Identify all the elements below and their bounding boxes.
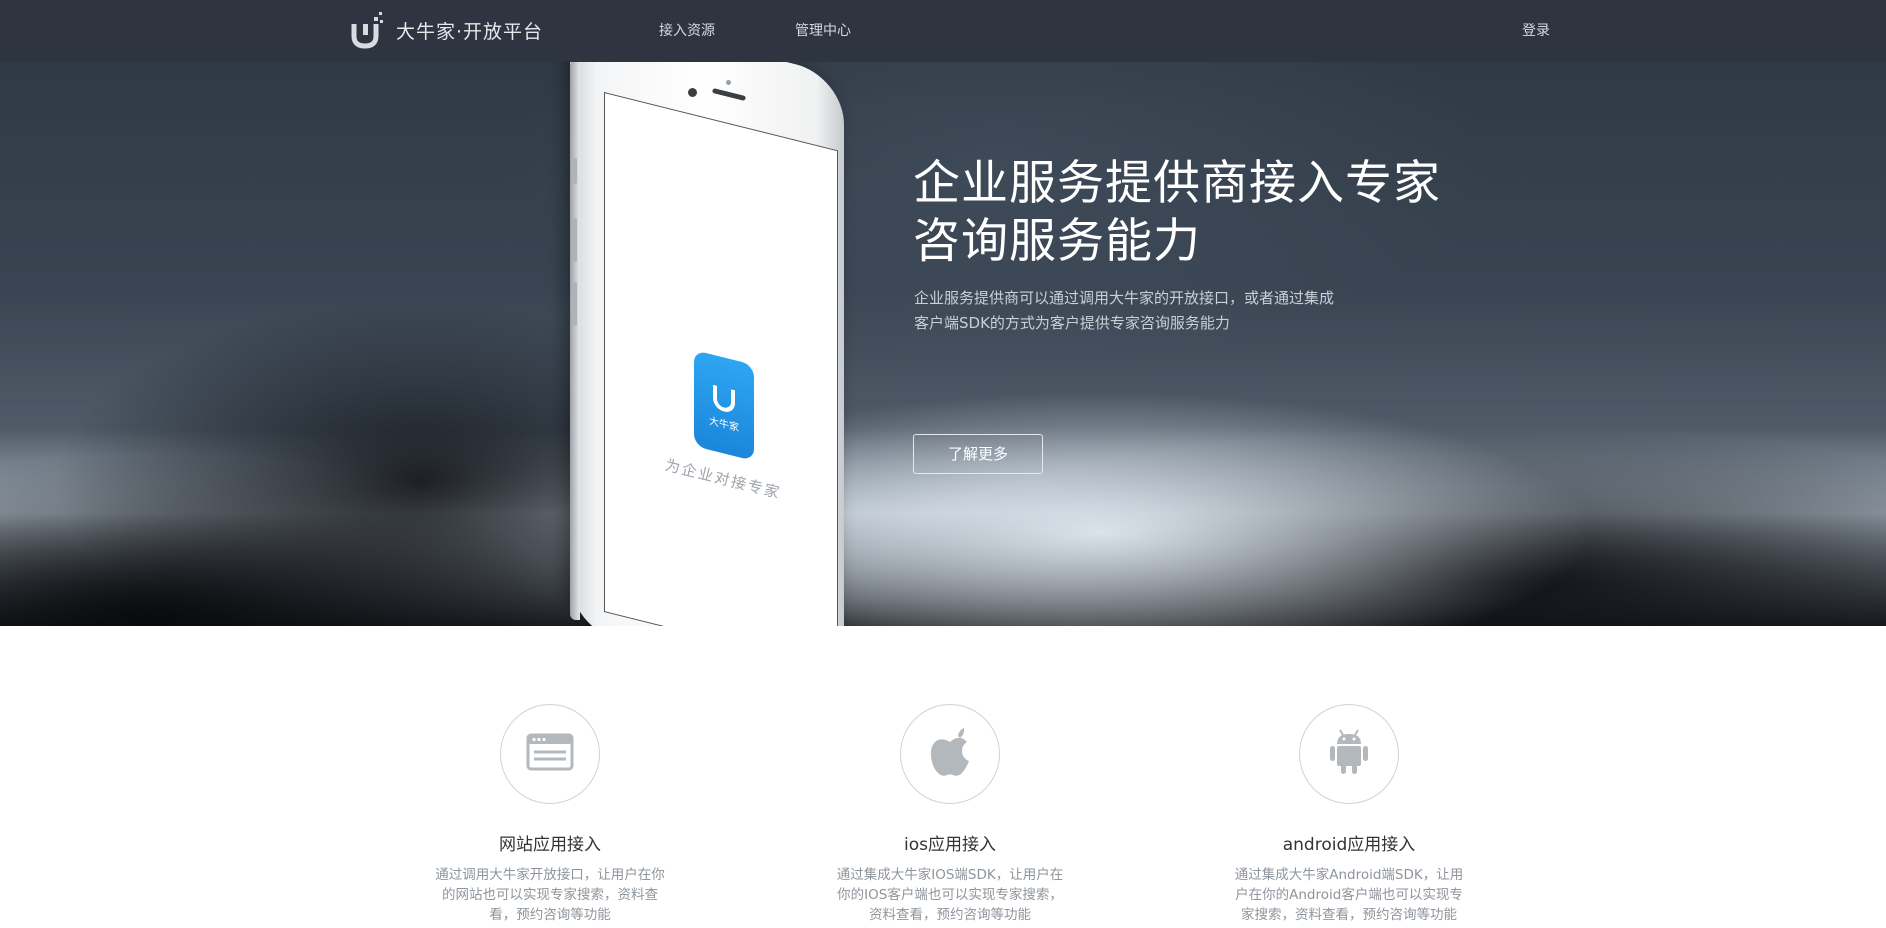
feature-description-line: 资料查看，预约咨询等功能 <box>869 907 1031 923</box>
hero-title-line-2: 咨询服务能力 <box>913 214 1201 269</box>
learn-more-button[interactable]: 了解更多 <box>913 434 1043 474</box>
feature-description: 通过调用大牛家开放接口，让用户在你 的网站也可以实现专家搜索，资料查 看，预约咨… <box>420 865 680 925</box>
browser-window-icon <box>526 732 574 776</box>
phone-side-button <box>573 158 577 184</box>
hero-description-line-1: 企业服务提供商可以通过调用大牛家的开放接口，或者通过集成 <box>914 289 1335 307</box>
hero-title: 企业服务提供商接入专家 咨询服务能力 <box>913 155 1493 271</box>
hero-banner <box>0 62 1886 626</box>
nav-link-management[interactable]: 管理中心 <box>795 20 851 40</box>
feature-web: 网站应用接入 通过调用大牛家开放接口，让用户在你 的网站也可以实现专家搜索，资料… <box>420 704 680 925</box>
feature-icon-circle <box>500 704 600 804</box>
feature-description: 通过集成大牛家Android端SDK，让用 户在你的Android客户端也可以实… <box>1219 865 1479 925</box>
features-section: 网站应用接入 通过调用大牛家开放接口，让用户在你 的网站也可以实现专家搜索，资料… <box>0 626 1886 928</box>
daniujia-app-icon <box>713 384 735 414</box>
brand-name: 大牛家·开放平台 <box>396 20 544 43</box>
feature-description-line: 家搜索，资料查看，预约咨询等功能 <box>1241 907 1457 923</box>
top-nav: 大牛家·开放平台 接入资源 管理中心 登录 <box>0 0 1886 62</box>
login-link[interactable]: 登录 <box>1522 20 1550 40</box>
feature-description-line: 户在你的Android客户端也可以实现专 <box>1235 887 1463 903</box>
phone-volume-down-button <box>573 282 577 326</box>
phone-sensor <box>726 80 731 85</box>
android-icon <box>1327 728 1371 780</box>
feature-android: android应用接入 通过集成大牛家Android端SDK，让用 户在你的An… <box>1219 704 1479 925</box>
brand-logo[interactable]: 大牛家·开放平台 <box>350 8 543 52</box>
feature-description-line: 通过集成大牛家Android端SDK，让用 <box>1234 867 1464 883</box>
feature-title: 网站应用接入 <box>499 835 601 855</box>
app-icon: 大牛家 <box>694 350 754 461</box>
hero-description-line-2: 客户端SDK的方式为客户提供专家咨询服务能力 <box>914 314 1230 332</box>
app-icon-label: 大牛家 <box>709 415 739 434</box>
phone-camera <box>688 88 697 97</box>
feature-ios: ios应用接入 通过集成大牛家IOS端SDK，让用户在 你的IOS客户端也可以实… <box>820 704 1080 925</box>
feature-description-line: 的网站也可以实现专家搜索，资料查 <box>442 887 658 903</box>
feature-title: android应用接入 <box>1282 835 1416 855</box>
nav-link-resources[interactable]: 接入资源 <box>659 20 715 40</box>
hero-background <box>0 62 1886 626</box>
feature-description-line: 通过集成大牛家IOS端SDK，让用户在 <box>836 867 1064 883</box>
feature-description: 通过集成大牛家IOS端SDK，让用户在 你的IOS客户端也可以实现专家搜索， 资… <box>820 865 1080 925</box>
feature-title: ios应用接入 <box>904 835 996 855</box>
hero-title-line-1: 企业服务提供商接入专家 <box>913 156 1441 211</box>
phone-edge <box>570 60 580 620</box>
daniujia-logo-icon <box>350 10 386 50</box>
feature-description-line: 看，预约咨询等功能 <box>489 907 611 923</box>
apple-icon <box>928 728 972 780</box>
feature-icon-circle <box>900 704 1000 804</box>
feature-description-line: 你的IOS客户端也可以实现专家搜索， <box>837 887 1063 903</box>
phone-volume-up-button <box>573 218 577 262</box>
feature-icon-circle <box>1299 704 1399 804</box>
hero-description: 企业服务提供商可以通过调用大牛家的开放接口，或者通过集成 客户端SDK的方式为客… <box>914 286 1394 336</box>
feature-description-line: 通过调用大牛家开放接口，让用户在你 <box>435 867 665 883</box>
